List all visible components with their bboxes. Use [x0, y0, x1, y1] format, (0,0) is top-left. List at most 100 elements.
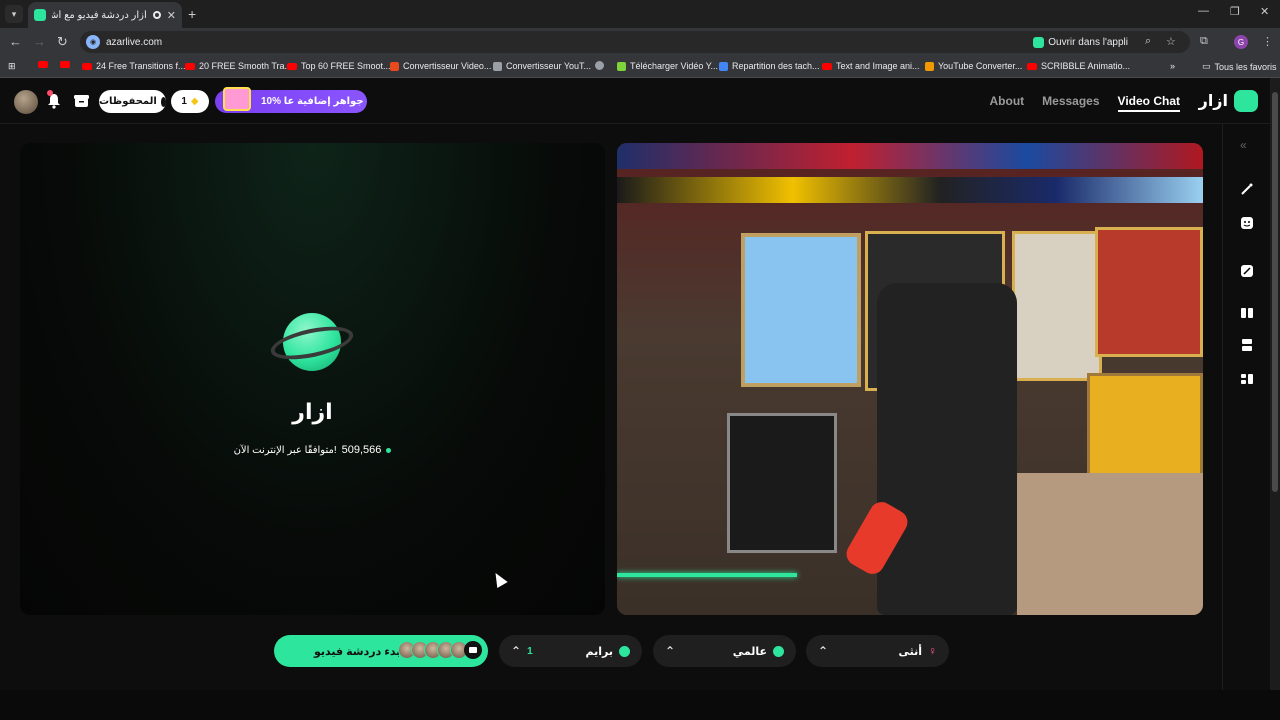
new-tab-icon[interactable]: +: [188, 6, 196, 22]
online-status: متوافقًا عبر الإنترنت الآن! 509,566: [20, 444, 605, 456]
effect-icon[interactable]: [1240, 264, 1254, 278]
layout-pip-icon[interactable]: [1240, 372, 1254, 386]
extensions-icon[interactable]: ⧉: [1200, 35, 1208, 48]
more-bookmarks-icon[interactable]: »: [1170, 61, 1175, 71]
minimize-icon[interactable]: —: [1198, 5, 1209, 17]
framed-black-jersey: [727, 413, 837, 553]
site-header: المحفوظات 1 ◆ 10% جواهر إضافية عا About …: [0, 78, 1270, 124]
prime-filter[interactable]: ⌃ 1 برايم: [499, 635, 642, 667]
nav-video-chat[interactable]: Video Chat: [1117, 94, 1180, 112]
reload-icon[interactable]: ↻: [57, 35, 68, 49]
browser-tabbar: ▾ أزار دردشة فيديو مع أشخاص ✕ + — ❐ ✕: [0, 0, 1280, 28]
store-icon[interactable]: [74, 94, 89, 108]
bottom-bar-strip: [0, 690, 1280, 720]
youtube-icon: [822, 62, 832, 70]
clock-icon: [160, 96, 166, 107]
bookmark-item[interactable]: Convertisseur Video...: [390, 61, 491, 71]
nav-messages[interactable]: Messages: [1042, 94, 1099, 112]
prime-count: 1: [527, 645, 533, 657]
bookmark-item[interactable]: [595, 61, 608, 70]
framed-poster: [1012, 231, 1102, 381]
apps-grid-icon[interactable]: ⊞: [8, 61, 16, 72]
gift-box-icon: [223, 87, 251, 111]
framed-jersey: [741, 233, 861, 387]
back-icon[interactable]: ←: [9, 35, 22, 49]
close-window-icon[interactable]: ✕: [1260, 5, 1269, 18]
zoom-icon[interactable]: ⌕: [1145, 35, 1151, 48]
youtube-icon: [82, 62, 92, 70]
face-sticker-icon[interactable]: [1240, 216, 1254, 230]
led-strip: [617, 573, 797, 577]
bookmark-item[interactable]: Text and Image ani...: [822, 61, 920, 71]
youtube-icon: [287, 62, 297, 70]
bookmarks-bar: ⊞ 24 Free Transitions f... 20 FREE Smoot…: [0, 56, 1280, 78]
browser-menu-icon[interactable]: ⋮: [1262, 35, 1273, 48]
gem-promo-button[interactable]: 10% جواهر إضافية عا: [215, 87, 367, 113]
promo-label: 10% جواهر إضافية عا: [261, 96, 364, 107]
youtube-icon: [60, 61, 70, 68]
bookmark-item[interactable]: 20 FREE Smooth Tra...: [185, 61, 292, 71]
gender-filter[interactable]: ⌃ أنثى ♀: [806, 635, 949, 667]
online-text: متوافقًا عبر الإنترنت الآن!: [233, 444, 337, 456]
scroll-thumb[interactable]: [1272, 92, 1278, 492]
bookmark-item[interactable]: SCRIBBLE Animatio...: [1027, 61, 1130, 71]
azar-logo-icon[interactable]: [1234, 90, 1258, 112]
scarf-row: [617, 177, 1203, 203]
bookmark-item[interactable]: Télécharger Vidéo Y...: [617, 61, 718, 71]
bookmark-item[interactable]: Top 60 FREE Smoot...: [287, 61, 391, 71]
gem-icon: ◆: [190, 96, 199, 107]
magic-wand-icon[interactable]: [1240, 182, 1254, 196]
camera-icon: [464, 641, 482, 659]
online-count: 509,566: [341, 444, 382, 456]
match-controls: بدء دردشة فيديو ⌃ 1 برايم ⌃ عالمي ⌃ أنثى: [0, 634, 1270, 670]
download-icon: [617, 61, 626, 71]
youtube-icon: [185, 62, 195, 70]
framed-portrait: [1095, 227, 1203, 357]
azar-favicon-icon: [34, 9, 46, 21]
nav-about[interactable]: About: [990, 94, 1025, 112]
bookmark-star-icon[interactable]: ☆: [1166, 35, 1176, 48]
bookmark-item[interactable]: YouTube Converter...: [925, 61, 1022, 71]
bookmark-item[interactable]: [38, 61, 52, 68]
restore-icon[interactable]: ❐: [1230, 5, 1240, 18]
start-video-chat-button[interactable]: بدء دردشة فيديو: [274, 635, 488, 667]
gender-filter-label: أنثى: [898, 645, 922, 658]
collapse-icon[interactable]: «: [1240, 138, 1247, 152]
chevron-up-icon: ⌃: [818, 644, 829, 658]
folder-icon: ▭: [1202, 61, 1211, 71]
site-info-icon[interactable]: ◉: [86, 35, 100, 49]
start-video-chat-label: بدء دردشة فيديو: [314, 645, 401, 658]
bookmark-item[interactable]: Convertisseur YouT...: [493, 61, 591, 71]
browser-tab[interactable]: أزار دردشة فيديو مع أشخاص ✕: [28, 2, 182, 28]
layout-stacked-icon[interactable]: [1240, 338, 1254, 352]
chevron-up-icon: ⌃: [665, 644, 676, 658]
youtube-icon: [38, 61, 48, 68]
layout-side-by-side-icon[interactable]: [1240, 306, 1254, 320]
forward-icon[interactable]: →: [33, 35, 46, 49]
page-scrollbar[interactable]: [1270, 78, 1280, 690]
gems-count: 1: [181, 96, 187, 107]
browser-toolbar: ← → ↻ ◉ azarlive.com Ouvrir dans l'appli…: [0, 28, 1280, 56]
youtube-icon: [1027, 62, 1037, 70]
open-in-app-label: Ouvrir dans l'appli: [1048, 36, 1128, 48]
azar-page: المحفوظات 1 ◆ 10% جواهر إضافية عا About …: [0, 78, 1270, 690]
brand-name[interactable]: ازار: [1199, 91, 1228, 111]
notification-dot: [47, 90, 53, 96]
user-avatar[interactable]: [14, 90, 38, 114]
converter-icon: [493, 61, 502, 71]
all-bookmarks-folder[interactable]: ▭ Tous les favoris: [1202, 61, 1277, 72]
address-bar[interactable]: ◉ azarlive.com: [80, 31, 1190, 53]
history-button[interactable]: المحفوظات: [99, 90, 166, 113]
gems-button[interactable]: 1 ◆: [171, 90, 209, 113]
close-tab-icon[interactable]: ✕: [167, 9, 176, 22]
open-in-app-button[interactable]: Ouvrir dans l'appli: [1033, 33, 1128, 51]
bookmark-item[interactable]: [60, 61, 74, 68]
converter-icon: [925, 61, 934, 71]
profile-avatar[interactable]: G: [1234, 35, 1248, 49]
region-filter[interactable]: ⌃ عالمي: [653, 635, 796, 667]
tab-search-button[interactable]: ▾: [5, 5, 23, 23]
bookmark-item[interactable]: Repartition des tach...: [719, 61, 820, 71]
bookmark-item[interactable]: 24 Free Transitions f...: [82, 61, 186, 71]
prime-icon: [619, 645, 630, 657]
prime-filter-label: برايم: [585, 645, 614, 658]
